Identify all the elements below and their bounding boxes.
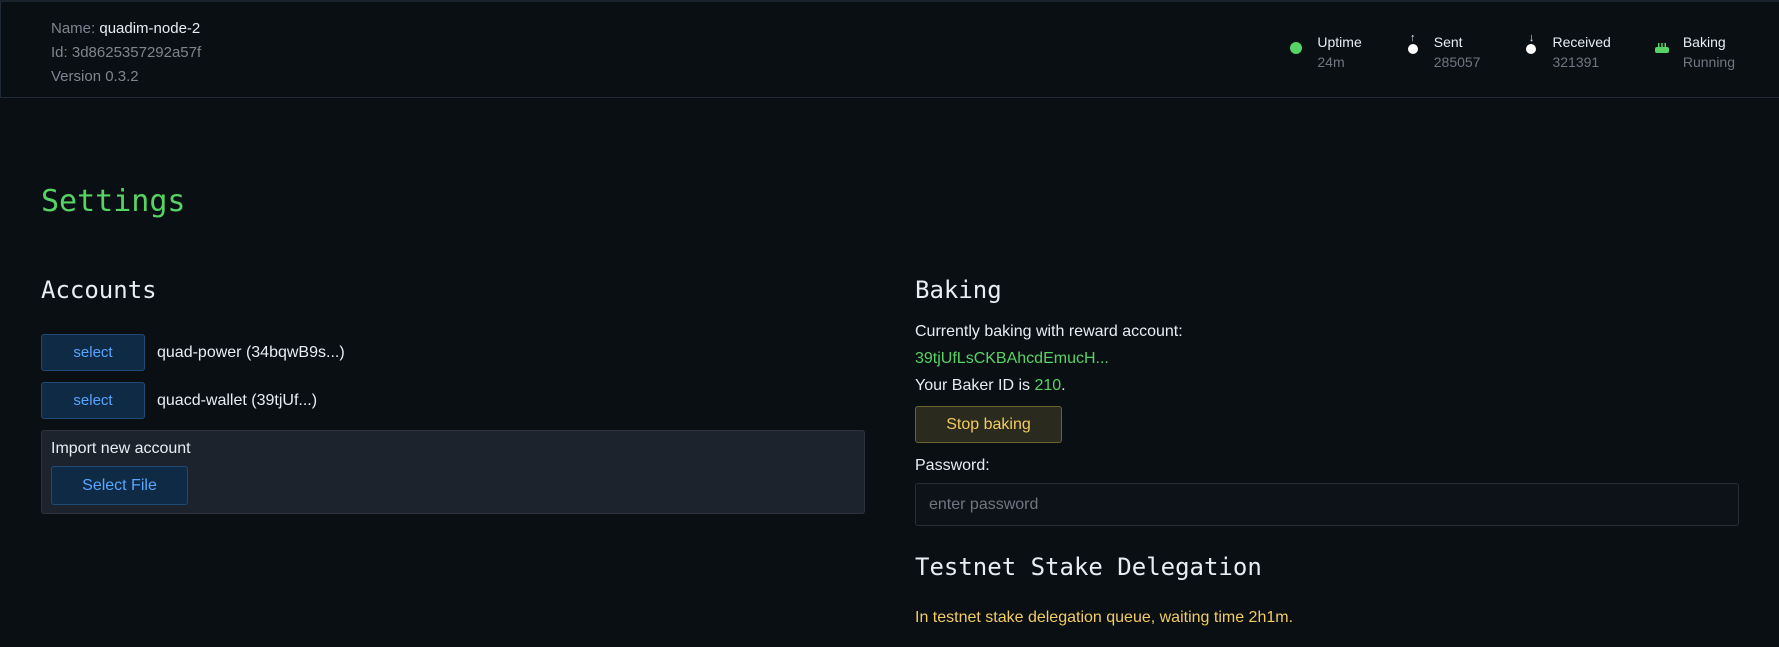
delegation-status: In testnet stake delegation queue, waiti… bbox=[915, 609, 1294, 626]
reward-account-text: Currently baking with reward account: bbox=[915, 323, 1183, 340]
node-name: quadim-node-2 bbox=[99, 20, 201, 37]
stat-baking-value: Running bbox=[1682, 54, 1735, 70]
node-id-label: Id: bbox=[51, 44, 68, 61]
stop-baking-button[interactable]: Stop baking bbox=[915, 406, 1062, 443]
stat-uptime-label: Uptime bbox=[1317, 34, 1362, 50]
baker-id-row: Your Baker ID is 210. bbox=[915, 377, 1066, 395]
uptime-status-icon bbox=[1290, 42, 1303, 54]
node-id-row: Id: 3d8625357292a57f bbox=[51, 41, 201, 65]
stat-sent-label: Sent bbox=[1433, 34, 1463, 50]
baker-id-suffix: . bbox=[1061, 377, 1066, 394]
node-version: 0.3.2 bbox=[105, 68, 139, 85]
select-account-button[interactable]: select bbox=[41, 334, 145, 371]
select-file-button[interactable]: Select File bbox=[51, 466, 188, 505]
sent-dot-icon bbox=[1407, 44, 1418, 54]
stat-received: ↓ Received 321391 bbox=[1520, 32, 1611, 72]
node-info: Name: quadim-node-2 Id: 3d8625357292a57f… bbox=[51, 17, 201, 89]
page-title: Settings bbox=[41, 184, 186, 219]
stat-baking: Baking Running bbox=[1651, 32, 1735, 72]
stat-uptime: Uptime 24m bbox=[1285, 32, 1362, 72]
node-version-label: Version bbox=[51, 68, 102, 85]
reward-account-id: 39tjUfLsCKBAhcdEmucH... bbox=[915, 350, 1109, 367]
node-stats: Uptime 24m ↑ Sent 285057 ↓ Received 3213… bbox=[1245, 32, 1735, 72]
account-row: select quad-power (34bqwB9s...) bbox=[41, 334, 345, 371]
import-account-label: Import new account bbox=[51, 440, 191, 457]
stat-baking-label: Baking bbox=[1682, 34, 1726, 50]
node-version-row: Version 0.3.2 bbox=[51, 65, 201, 89]
delegation-heading: Testnet Stake Delegation bbox=[915, 553, 1262, 581]
arrow-down-icon: ↓ bbox=[1528, 32, 1535, 44]
stat-received-label: Received bbox=[1552, 34, 1611, 50]
account-name: quacd-wallet (39tjUf...) bbox=[157, 391, 318, 409]
stat-sent-value: 285057 bbox=[1433, 54, 1481, 70]
password-input[interactable] bbox=[915, 483, 1739, 526]
received-dot-icon bbox=[1526, 44, 1537, 54]
import-account-panel: Import new account Select File bbox=[41, 430, 865, 514]
stat-uptime-value: 24m bbox=[1317, 54, 1345, 70]
baking-cake-icon bbox=[1654, 43, 1669, 53]
node-name-row: Name: quadim-node-2 bbox=[51, 17, 201, 41]
stat-sent: ↑ Sent 285057 bbox=[1402, 32, 1481, 72]
accounts-heading: Accounts bbox=[41, 276, 157, 304]
arrow-up-icon: ↑ bbox=[1410, 32, 1416, 44]
top-status-bar: Name: quadim-node-2 Id: 3d8625357292a57f… bbox=[0, 0, 1779, 98]
baker-id: 210 bbox=[1034, 377, 1062, 394]
select-account-button[interactable]: select bbox=[41, 382, 145, 419]
node-name-label: Name: bbox=[51, 20, 96, 37]
node-id: 3d8625357292a57f bbox=[71, 44, 202, 61]
baker-id-prefix: Your Baker ID is bbox=[915, 377, 1031, 394]
baking-heading: Baking bbox=[915, 276, 1002, 304]
account-row: select quacd-wallet (39tjUf...) bbox=[41, 382, 317, 419]
password-label: Password: bbox=[915, 457, 990, 474]
stat-received-value: 321391 bbox=[1552, 54, 1600, 70]
account-name: quad-power (34bqwB9s...) bbox=[157, 343, 345, 361]
